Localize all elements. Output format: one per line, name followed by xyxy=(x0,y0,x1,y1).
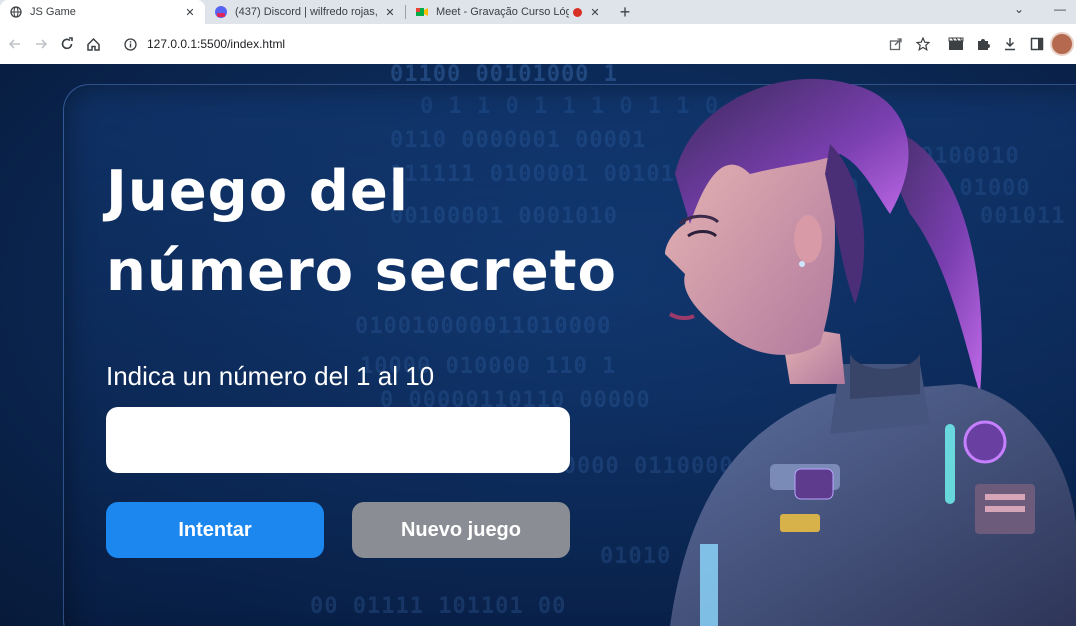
minimize-icon[interactable]: — xyxy=(1054,2,1066,16)
globe-icon xyxy=(10,6,22,18)
home-button[interactable] xyxy=(80,31,106,57)
extensions-puzzle-icon[interactable] xyxy=(969,31,996,57)
tab-label: Meet - Gravação Curso Lógic xyxy=(436,6,569,18)
forward-button[interactable] xyxy=(28,31,54,57)
reload-icon xyxy=(61,37,73,50)
home-icon xyxy=(86,37,100,51)
new-tab-button[interactable]: + xyxy=(610,0,640,24)
side-panel-icon[interactable] xyxy=(1023,31,1050,57)
reload-button[interactable] xyxy=(54,31,80,57)
tab-label: (437) Discord | wilfredo rojas, Am xyxy=(235,6,377,18)
back-arrow-icon xyxy=(8,39,20,49)
tab-label: JS Game xyxy=(30,6,76,18)
recording-icon xyxy=(573,7,582,17)
url-text: 127.0.0.1:5500/index.html xyxy=(147,37,286,51)
forward-arrow-icon xyxy=(36,39,48,49)
url-field[interactable]: 127.0.0.1:5500/index.html xyxy=(124,37,285,51)
tab-discord[interactable]: (437) Discord | wilfredo rojas, Am ✕ xyxy=(205,0,405,24)
instruction-text: Indica un número del 1 al 10 xyxy=(106,361,435,391)
title-line-1: Juego del xyxy=(106,159,409,224)
page-title: Juego del número secreto xyxy=(106,152,617,312)
tab-js-game[interactable]: JS Game ✕ xyxy=(0,0,205,24)
close-tab-icon[interactable]: ✕ xyxy=(183,6,197,19)
tab-strip: JS Game ✕ (437) Discord | wilfredo rojas… xyxy=(0,0,1076,24)
tab-search-icon[interactable]: ⌄ xyxy=(1014,2,1024,16)
bookmark-star-icon[interactable] xyxy=(909,31,936,57)
new-game-button[interactable]: Nuevo juego xyxy=(352,502,570,558)
extension-clapper-icon[interactable] xyxy=(942,31,969,57)
site-info-icon[interactable] xyxy=(124,37,137,51)
address-bar: 127.0.0.1:5500/index.html xyxy=(0,24,1076,64)
close-tab-icon[interactable]: ✕ xyxy=(588,6,602,19)
meet-icon xyxy=(416,8,428,16)
download-icon[interactable] xyxy=(996,31,1023,57)
close-tab-icon[interactable]: ✕ xyxy=(383,6,397,19)
title-line-2: número secreto xyxy=(106,239,617,304)
game-page: 01100 00101000 10 1 1 0 1 1 1 0 1 1 0 10… xyxy=(0,64,1076,626)
share-icon[interactable] xyxy=(882,31,909,57)
number-input[interactable] xyxy=(106,407,570,473)
back-button[interactable] xyxy=(2,31,28,57)
tab-meet[interactable]: Meet - Gravação Curso Lógic ✕ xyxy=(406,0,610,24)
profile-avatar[interactable] xyxy=(1050,32,1074,56)
discord-icon xyxy=(215,6,227,18)
toolbar-icons xyxy=(882,24,1076,64)
try-button[interactable]: Intentar xyxy=(106,502,324,558)
astronaut-girl-illustration xyxy=(665,78,1076,626)
